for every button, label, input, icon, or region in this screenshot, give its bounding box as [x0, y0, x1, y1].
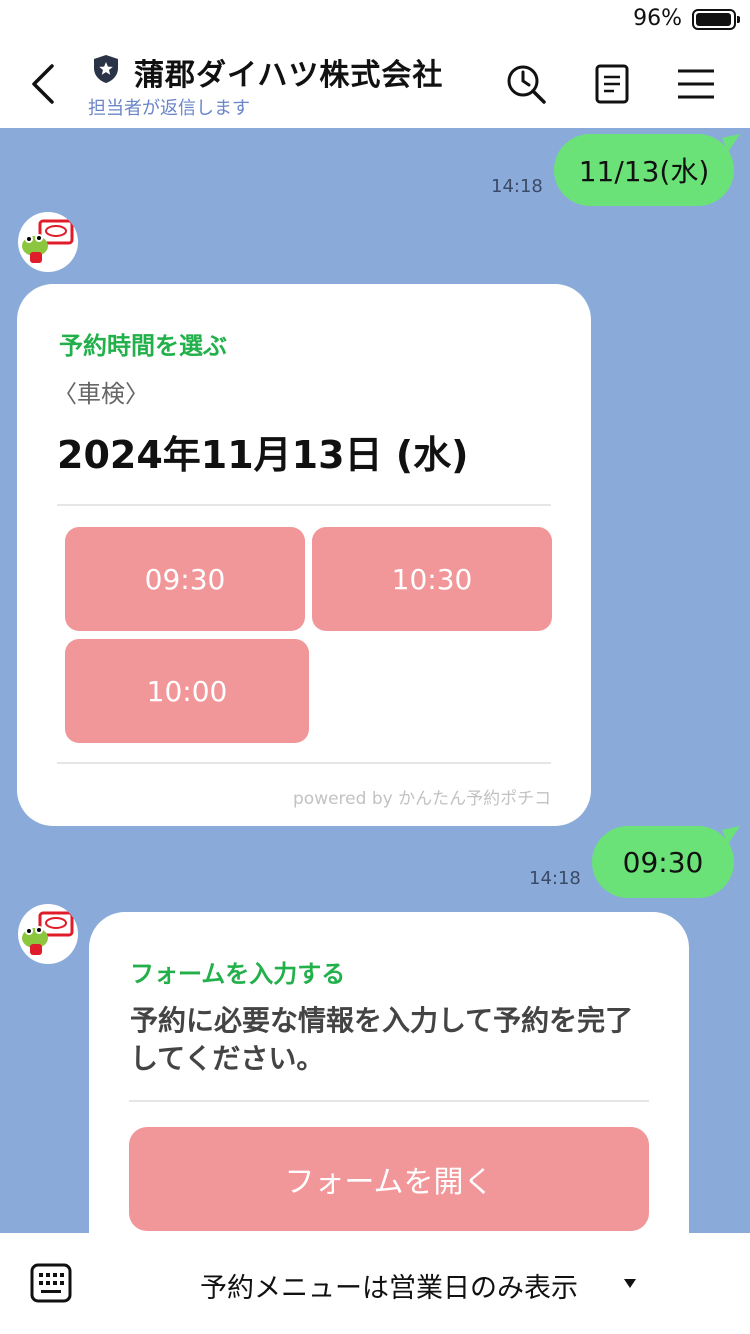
form-instructions: 予約に必要な情報を入力して予約を完了してください。 [130, 1004, 634, 1075]
chat-header: 蒲郡ダイハツ株式会社 担当者が返信します [0, 40, 750, 128]
search-clock-icon[interactable] [504, 62, 548, 106]
outgoing-message[interactable]: 11/13(水) [554, 134, 734, 206]
outgoing-message[interactable]: 09:30 [592, 826, 734, 898]
rich-menu-toggle[interactable]: 予約メニューは営業日のみ表示 [200, 1266, 578, 1305]
service-category: 〈車検〉 [53, 380, 149, 408]
battery-icon [692, 9, 740, 30]
divider [129, 1100, 649, 1102]
reservation-time-card: 予約時間を選ぶ 〈車検〉 2024年11月13日 (水) 09:30 10:30… [17, 284, 591, 826]
time-slot-button[interactable]: 09:30 [65, 527, 305, 631]
card-heading: フォームを入力する [130, 960, 346, 988]
chat-area[interactable]: 14:18 11/13(水) 予約時間を選ぶ 〈車検〉 2024年11月13日 … [0, 128, 750, 1233]
menu-icon[interactable] [674, 62, 718, 106]
frog-mascot-icon [22, 219, 74, 263]
bubble-tail [722, 134, 740, 152]
bubble-tail [722, 826, 740, 844]
status-bar: 96% [0, 0, 750, 40]
chat-subtitle: 担当者が返信します [88, 98, 250, 119]
card-heading: 予約時間を選ぶ [59, 332, 227, 360]
notes-icon[interactable] [590, 62, 634, 106]
frog-mascot-icon [22, 911, 74, 955]
battery-percentage: 96% [633, 6, 682, 31]
chat-title: 蒲郡ダイハツ株式会社 [134, 58, 444, 93]
message-timestamp: 14:18 [529, 868, 581, 889]
keyboard-icon[interactable] [30, 1263, 72, 1303]
form-card: フォームを入力する 予約に必要な情報を入力して予約を完了してください。 フォーム… [89, 912, 689, 1233]
open-form-button[interactable]: フォームを開く [129, 1127, 649, 1231]
divider [57, 762, 551, 764]
message-timestamp: 14:18 [491, 176, 543, 197]
back-icon[interactable] [24, 58, 64, 110]
avatar[interactable] [18, 904, 78, 964]
time-slot-button[interactable]: 10:30 [312, 527, 552, 631]
divider [57, 504, 551, 506]
rich-menu-bar: 予約メニューは営業日のみ表示 [0, 1233, 750, 1334]
time-slot-button[interactable]: 10:00 [65, 639, 309, 743]
avatar[interactable] [18, 212, 78, 272]
reservation-date: 2024年11月13日 (水) [57, 433, 469, 477]
shield-icon [94, 55, 118, 83]
powered-by-label: powered by かんたん予約ポチコ [293, 789, 552, 809]
chevron-down-icon[interactable] [624, 1279, 636, 1288]
